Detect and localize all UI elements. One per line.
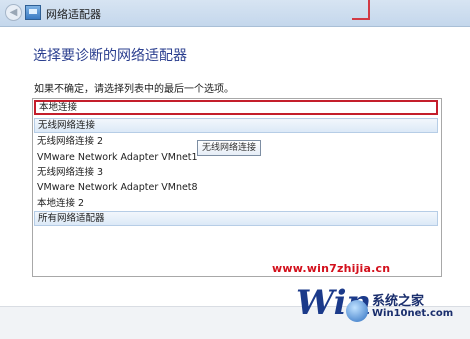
adapter-item-vmnet8[interactable]: VMware Network Adapter VMnet8 xyxy=(34,180,438,195)
item-tooltip: 无线网络连接 xyxy=(197,140,262,156)
network-adapter-icon xyxy=(25,5,41,20)
highlight-mark xyxy=(352,0,370,20)
instruction-text: 如果不确定，请选择列表中的最后一个选项。 xyxy=(34,84,234,95)
title-bar: ◀ 网络适配器 xyxy=(0,0,470,27)
back-arrow-icon[interactable]: ◀ xyxy=(5,4,22,21)
watermark-site: Win10net.com xyxy=(372,308,454,319)
page-heading: 选择要诊断的网络适配器 xyxy=(33,48,187,64)
watermark-name: 系统之家 xyxy=(372,294,425,309)
adapter-list[interactable]: 本地连接 无线网络连接 无线网络连接 2 VMware Network Adap… xyxy=(32,98,442,277)
watermark-globe-icon xyxy=(346,300,368,322)
adapter-item-all[interactable]: 所有网络适配器 xyxy=(34,211,438,226)
adapter-item-wireless-3[interactable]: 无线网络连接 3 xyxy=(34,165,438,180)
adapter-item-local-connection[interactable]: 本地连接 xyxy=(34,100,438,115)
adapter-item-local-connection-2[interactable]: 本地连接 2 xyxy=(34,196,438,211)
window-title: 网络适配器 xyxy=(46,8,101,21)
adapter-item-wireless[interactable]: 无线网络连接 xyxy=(34,118,438,133)
